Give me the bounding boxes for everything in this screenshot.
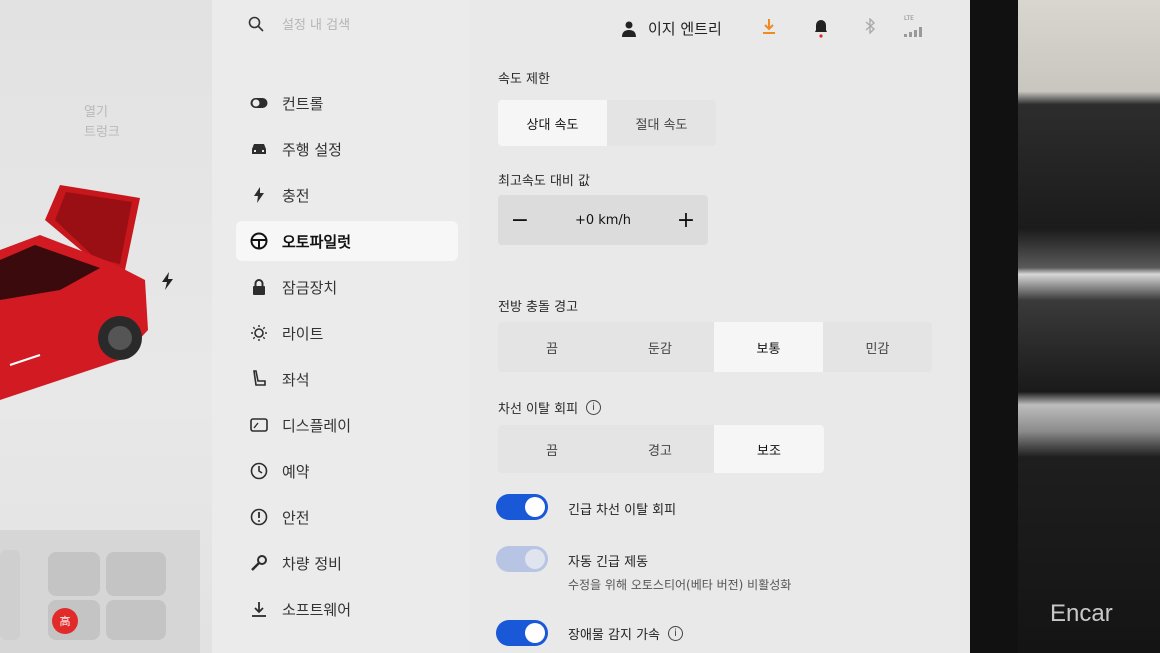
screen-bezel <box>970 0 1018 653</box>
forward-collision-selector: 끔 둔감 보통 민감 <box>498 322 932 372</box>
profile-name: 이지 엔트리 <box>648 20 722 38</box>
sidebar-item-software[interactable]: 소프트웨어 <box>236 589 458 629</box>
sidebar-item-label: 좌석 <box>282 370 310 389</box>
decrease-button[interactable]: − <box>510 208 530 233</box>
lock-icon <box>250 278 268 296</box>
sidebar-item-label: 컨트롤 <box>282 94 324 113</box>
sidebar-item-label: 오토파일럿 <box>282 232 352 251</box>
auto-emergency-braking-note: 수정을 위해 오토스티어(베타 버전) 비활성화 <box>568 578 792 592</box>
person-icon <box>622 21 636 37</box>
sidebar-item-label: 예약 <box>282 462 310 481</box>
speed-offset-stepper: − +0 km/h + <box>498 195 708 245</box>
sidebar-item-safety[interactable]: 안전 <box>236 497 458 537</box>
bolt-icon <box>250 186 268 204</box>
info-icon[interactable]: i <box>668 626 683 641</box>
car-image <box>0 185 148 400</box>
display-icon <box>250 416 268 434</box>
sidebar-item-label: 안전 <box>282 508 310 527</box>
seat-icon <box>250 370 268 388</box>
obstacle-aware-accel-label: 장애물 감지 가속 <box>568 628 660 643</box>
autopilot-settings-panel: 이지 엔트리 LTE 속도 제한 상대 속도 절대 속도 최고속도 대비 값 −… <box>470 0 970 653</box>
sidebar-item-label: 충전 <box>282 186 310 205</box>
obstacle-aware-accel-heading: 장애물 감지 가속 i <box>568 624 683 643</box>
car-panel: 열기 트렁크 高 <box>0 0 212 653</box>
download-icon <box>250 600 268 618</box>
speed-offset-value: +0 km/h <box>574 212 632 228</box>
auto-emergency-braking-toggle[interactable] <box>496 546 548 572</box>
search-icon <box>248 16 264 32</box>
bluetooth-icon[interactable] <box>864 18 876 34</box>
increase-button[interactable]: + <box>676 208 696 233</box>
sidebar-item-driving[interactable]: 주행 설정 <box>236 129 458 169</box>
steering-wheel-icon <box>250 232 268 250</box>
seat-map <box>0 530 200 653</box>
sidebar-item-label: 잠금장치 <box>282 278 338 297</box>
settings-sidebar: 설정 내 검색 컨트롤 주행 설정 충전 오토파일럿 잠금장치 라이트 좌석 디… <box>212 0 470 653</box>
auto-emergency-braking-label: 자동 긴급 제동 <box>568 555 649 570</box>
charging-bolt-icon <box>162 272 173 290</box>
sidebar-item-seats[interactable]: 좌석 <box>236 359 458 399</box>
speed-limit-absolute-option[interactable]: 절대 속도 <box>607 100 716 146</box>
software-update-icon[interactable] <box>762 18 776 34</box>
sidebar-item-label: 라이트 <box>282 324 324 343</box>
toggle-icon <box>250 94 268 112</box>
emergency-lane-label: 긴급 차선 이탈 회피 <box>568 503 677 518</box>
fcw-late-option[interactable]: 둔감 <box>606 322 714 372</box>
speed-offset-label: 최고속도 대비 값 <box>498 174 590 189</box>
notification-bell-icon[interactable] <box>814 18 828 38</box>
car-interior-background <box>1018 0 1160 653</box>
sidebar-item-charging[interactable]: 충전 <box>236 175 458 215</box>
settings-search[interactable]: 설정 내 검색 <box>248 14 350 33</box>
lane-assist-option[interactable]: 보조 <box>714 425 824 473</box>
sidebar-item-display[interactable]: 디스플레이 <box>236 405 458 445</box>
fcw-early-option[interactable]: 민감 <box>823 322 932 372</box>
sidebar-item-schedule[interactable]: 예약 <box>236 451 458 491</box>
sidebar-item-label: 소프트웨어 <box>282 600 352 619</box>
sidebar-item-service[interactable]: 차량 정비 <box>236 543 458 583</box>
info-circle-icon <box>250 508 268 526</box>
obstacle-aware-accel-toggle[interactable] <box>496 620 548 646</box>
fcw-medium-option[interactable]: 보통 <box>714 322 823 372</box>
speed-limit-relative-option[interactable]: 상대 속도 <box>498 100 607 146</box>
info-icon[interactable]: i <box>586 400 602 415</box>
driver-profile[interactable]: 이지 엔트리 <box>622 18 722 39</box>
sidebar-item-lights[interactable]: 라이트 <box>236 313 458 353</box>
tesla-screen: 열기 트렁크 高 설정 내 검색 컨트롤 주행 설정 충전 오토파일럿 잠금장치… <box>0 0 970 653</box>
lte-signal-icon: LTE <box>904 16 926 41</box>
forward-collision-label: 전방 충돌 경고 <box>498 300 579 315</box>
sidebar-item-label: 차량 정비 <box>282 554 342 573</box>
sidebar-item-label: 디스플레이 <box>282 416 352 435</box>
lane-warning-option[interactable]: 경고 <box>606 425 714 473</box>
lte-label: LTE <box>904 15 914 22</box>
seat-heater-badge[interactable]: 高 <box>52 608 78 634</box>
sidebar-item-locks[interactable]: 잠금장치 <box>236 267 458 307</box>
lane-off-option[interactable]: 끔 <box>498 425 606 473</box>
speed-limit-selector: 상대 속도 절대 속도 <box>498 100 716 146</box>
car-icon <box>250 140 268 158</box>
clock-icon <box>250 462 268 480</box>
sidebar-item-autopilot[interactable]: 오토파일럿 <box>236 221 458 261</box>
search-placeholder[interactable]: 설정 내 검색 <box>282 14 350 33</box>
status-bar: 이지 엔트리 LTE <box>470 0 970 56</box>
emergency-lane-toggle[interactable] <box>496 494 548 520</box>
lane-departure-selector: 끔 경고 보조 <box>498 425 824 473</box>
fcw-off-option[interactable]: 끔 <box>498 322 606 372</box>
speed-limit-label: 속도 제한 <box>498 72 550 87</box>
lane-departure-heading: 차선 이탈 회피 i <box>498 398 602 417</box>
trunk-open-label[interactable]: 열기 트렁크 <box>84 103 120 143</box>
wrench-icon <box>250 554 268 572</box>
encar-watermark: Encar <box>1050 600 1113 627</box>
light-icon <box>250 324 268 342</box>
lane-departure-label: 차선 이탈 회피 <box>498 402 579 417</box>
sidebar-item-label: 주행 설정 <box>282 140 342 159</box>
sidebar-item-controls[interactable]: 컨트롤 <box>236 83 458 123</box>
